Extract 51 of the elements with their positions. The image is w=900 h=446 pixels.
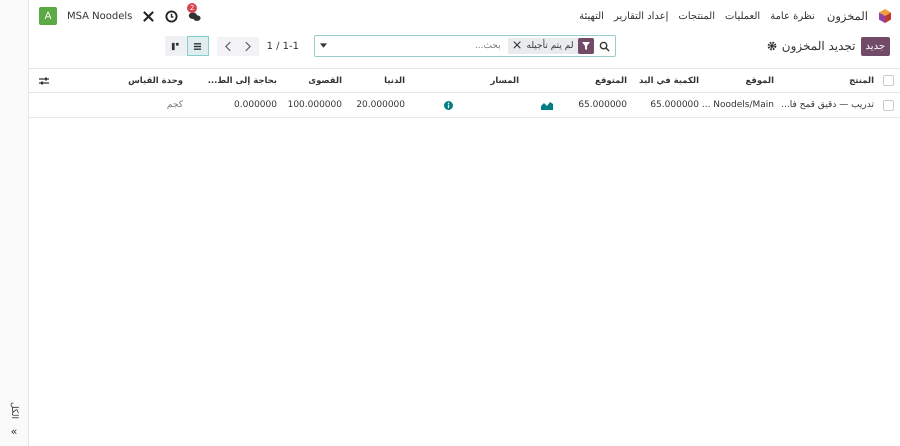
app-name[interactable]: المخزون xyxy=(826,9,868,23)
column-header[interactable]: الدنيا xyxy=(384,76,405,86)
clock-icon[interactable] xyxy=(165,10,178,22)
kanban-icon xyxy=(171,42,180,50)
column-header[interactable]: المتوقع xyxy=(595,76,627,86)
column-settings-icon[interactable] xyxy=(39,76,49,86)
table-cell: Noodels/Main ... xyxy=(702,100,774,110)
table-cell: 20.000000 xyxy=(356,100,405,110)
column-header[interactable]: الكمية في اليد xyxy=(639,76,699,86)
pager-value[interactable]: 1 / 1-1 xyxy=(266,40,299,52)
select-all-checkbox[interactable] xyxy=(882,75,894,86)
filter-facet: لم يتم تأجيله xyxy=(526,41,574,51)
search-icon[interactable] xyxy=(598,40,610,52)
info-icon[interactable] xyxy=(444,100,453,110)
settings-icon[interactable] xyxy=(766,41,777,51)
table-cell: 0.000000 xyxy=(234,100,277,110)
table-cell: تدريب — دقيق قمح فا... xyxy=(781,100,874,110)
page-title: تجديد المخزون xyxy=(782,39,856,53)
previous-icon[interactable] xyxy=(224,40,232,52)
table-cell: 65.000000 xyxy=(650,100,699,110)
side-panel-label[interactable]: الكل xyxy=(9,402,19,419)
table-cell: كجم xyxy=(166,100,183,110)
chart-icon[interactable] xyxy=(541,100,553,110)
list-icon xyxy=(193,42,202,50)
menu-item[interactable]: التهيئة xyxy=(579,10,604,22)
column-header[interactable]: القصوى xyxy=(308,76,342,86)
menu-item[interactable]: إعداد التقارير xyxy=(614,10,668,22)
column-header[interactable]: الموقع xyxy=(745,76,774,86)
table-cell: 65.000000 xyxy=(578,100,627,110)
chat-icon[interactable] xyxy=(188,10,202,22)
caret-icon[interactable] xyxy=(320,43,326,49)
remove-filter-button[interactable]: × xyxy=(512,39,522,53)
column-header[interactable]: المنتج xyxy=(849,76,874,86)
list-view-button[interactable] xyxy=(186,36,209,56)
menu-item[interactable]: العمليات xyxy=(724,10,760,22)
tools-icon[interactable] xyxy=(142,10,156,22)
menu-item[interactable]: المنتجات xyxy=(678,10,715,22)
new-button[interactable]: جديد xyxy=(860,36,890,56)
table-cell: 100.000000 xyxy=(288,100,342,110)
app-logo-icon[interactable] xyxy=(878,9,892,23)
company-name[interactable]: MSA Noodels xyxy=(67,10,132,22)
kanban-view-button[interactable] xyxy=(164,36,187,56)
column-header[interactable]: المسار xyxy=(490,76,519,86)
menu-item[interactable]: نظرة عامة xyxy=(770,10,815,22)
expand-panel-button[interactable]: » xyxy=(10,425,18,438)
search-field[interactable]: لم يتم تأجيله × بحث... xyxy=(314,35,616,57)
column-header[interactable]: وحدة القياس xyxy=(128,76,183,86)
next-icon[interactable] xyxy=(244,40,251,52)
filter-icon xyxy=(578,38,594,54)
column-header[interactable]: بحاجة إلى الط... xyxy=(208,76,277,86)
row-checkbox[interactable] xyxy=(882,100,894,110)
